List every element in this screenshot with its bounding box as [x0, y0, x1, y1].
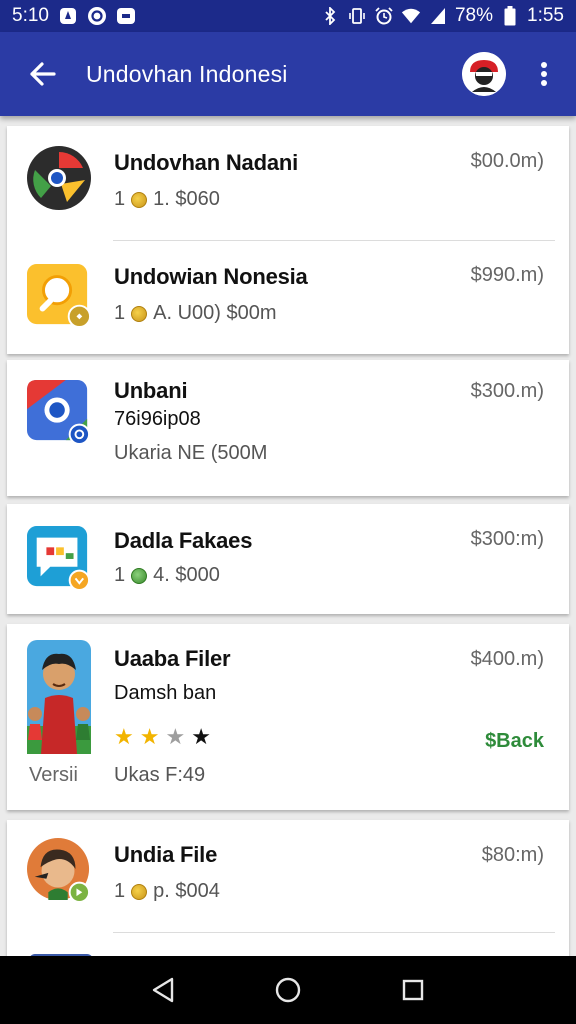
version-label: Versii — [29, 764, 78, 786]
list-item[interactable]: Undowian Nonesia $990.m) 1 A. U00) $00m — [7, 240, 569, 354]
profile-avatar-icon — [462, 52, 506, 96]
item-title: Uaaba Filer — [114, 646, 231, 671]
item-meta-text: 4. $000 — [153, 564, 220, 586]
item-meta-text: 1. $060 — [153, 188, 220, 210]
star-icon: ★ — [191, 724, 211, 749]
star-icon: ★ — [165, 724, 186, 749]
item-title: Undia File — [114, 842, 218, 867]
item-title: Dadla Fakaes — [114, 528, 253, 553]
bluetooth-icon — [320, 6, 340, 26]
nav-back-button[interactable] — [139, 966, 187, 1014]
arrow-left-icon — [30, 62, 56, 86]
item-price: $80:m) — [481, 844, 544, 866]
app-bar: Undovhan Indonesi — [0, 32, 576, 116]
nav-recents-icon — [403, 979, 424, 1001]
list-item[interactable]: Uaaba Filer $400.m) Damsh ban ★ ★ ★ ★ $B… — [7, 624, 569, 810]
system-nav-bar — [0, 956, 576, 1024]
item-meta-prefix: 1 — [114, 188, 126, 210]
signal-icon — [428, 6, 448, 26]
item-meta-text: A. U00) $00m — [153, 302, 277, 324]
magnifier-app-icon — [27, 264, 91, 328]
alarm-icon — [374, 6, 394, 26]
item-price: $400.m) — [470, 648, 544, 670]
nav-recents-button[interactable] — [389, 966, 437, 1014]
list-item[interactable]: Dadla Fakaes $300:m) 1 4. $000 — [7, 504, 569, 614]
list-item[interactable]: Unbani $300.m) 76i96ip08 Ukaria NE (500M — [7, 360, 569, 496]
list-card: Unbani $300.m) 76i96ip08 Ukaria NE (500M — [7, 360, 569, 496]
person-avatar-icon — [27, 838, 91, 902]
star-icon: ★ — [114, 724, 134, 749]
battery-percent: 78% — [454, 5, 494, 26]
item-meta: 1 1. $060 — [114, 188, 220, 211]
item-meta-prefix: 1 — [114, 564, 126, 586]
status-bar: 5:10 78% 1:55 — [0, 0, 576, 32]
back-link[interactable]: $Back — [485, 730, 544, 753]
chat-app-icon — [27, 526, 91, 590]
nav-home-button[interactable] — [264, 966, 312, 1014]
coin-icon — [131, 567, 148, 584]
star-icon: ★ — [139, 724, 160, 749]
overflow-menu-button[interactable] — [522, 52, 566, 96]
item-meta: 1 4. $000 — [114, 564, 220, 587]
profile-avatar-button[interactable] — [462, 52, 506, 96]
battery-icon — [500, 6, 520, 26]
nav-back-icon — [152, 977, 173, 1003]
nav-home-icon — [275, 977, 301, 1003]
item-price: $00.0m) — [470, 150, 544, 172]
item-title: Undowian Nonesia — [114, 264, 308, 289]
vibrate-icon — [347, 6, 367, 26]
item-meta-prefix: 1 — [114, 880, 126, 902]
coin-icon — [131, 191, 148, 208]
coin-icon — [131, 305, 148, 322]
item-price: $300:m) — [470, 528, 544, 550]
back-button[interactable] — [20, 52, 64, 96]
item-subtitle: 76i96ip08 — [114, 408, 201, 430]
list-item[interactable]: Undia File $80:m) 1 p. $004 — [7, 820, 569, 932]
list-card: Uaaba Filer $400.m) Damsh ban ★ ★ ★ ★ $B… — [7, 624, 569, 810]
app-list: Undovhan Nadani $00.0m) 1 1. $060 Undowi… — [0, 116, 576, 956]
item-meta-prefix: 1 — [114, 302, 126, 324]
item-title: Unbani — [114, 378, 188, 403]
notification-icon — [58, 6, 78, 26]
rating-stars: ★ ★ ★ ★ — [114, 724, 211, 750]
item-subtitle: Damsh ban — [114, 682, 217, 704]
character-avatar-icon — [27, 640, 91, 754]
list-item[interactable] — [7, 932, 569, 956]
wifi-icon — [401, 6, 421, 26]
chrome-blue-icon — [27, 380, 91, 444]
item-price: $990.m) — [470, 264, 544, 286]
item-price: $300.m) — [470, 380, 544, 402]
sync-icon — [87, 6, 107, 26]
message-icon — [116, 6, 136, 26]
chrome-icon — [27, 146, 91, 210]
more-vert-icon — [541, 62, 547, 86]
list-card: Undovhan Nadani $00.0m) 1 1. $060 Undowi… — [7, 126, 569, 354]
list-item[interactable]: Undovhan Nadani $00.0m) 1 1. $060 — [7, 126, 569, 240]
item-meta: 1 p. $004 — [114, 880, 220, 903]
status-time-left: 5:10 — [12, 5, 49, 26]
list-card: Undia File $80:m) 1 p. $004 — [7, 820, 569, 956]
page-title: Undovhan Indonesi — [86, 60, 288, 87]
item-meta: 1 A. U00) $00m — [114, 302, 277, 325]
item-title: Undovhan Nadani — [114, 150, 299, 175]
item-detail: Ukaria NE (500M — [114, 442, 268, 464]
coin-icon — [131, 883, 148, 900]
list-card: Dadla Fakaes $300:m) 1 4. $000 — [7, 504, 569, 614]
item-meta-text: p. $004 — [153, 880, 220, 902]
status-time-right: 1:55 — [527, 5, 564, 26]
item-detail: Ukas F:49 — [114, 764, 206, 786]
